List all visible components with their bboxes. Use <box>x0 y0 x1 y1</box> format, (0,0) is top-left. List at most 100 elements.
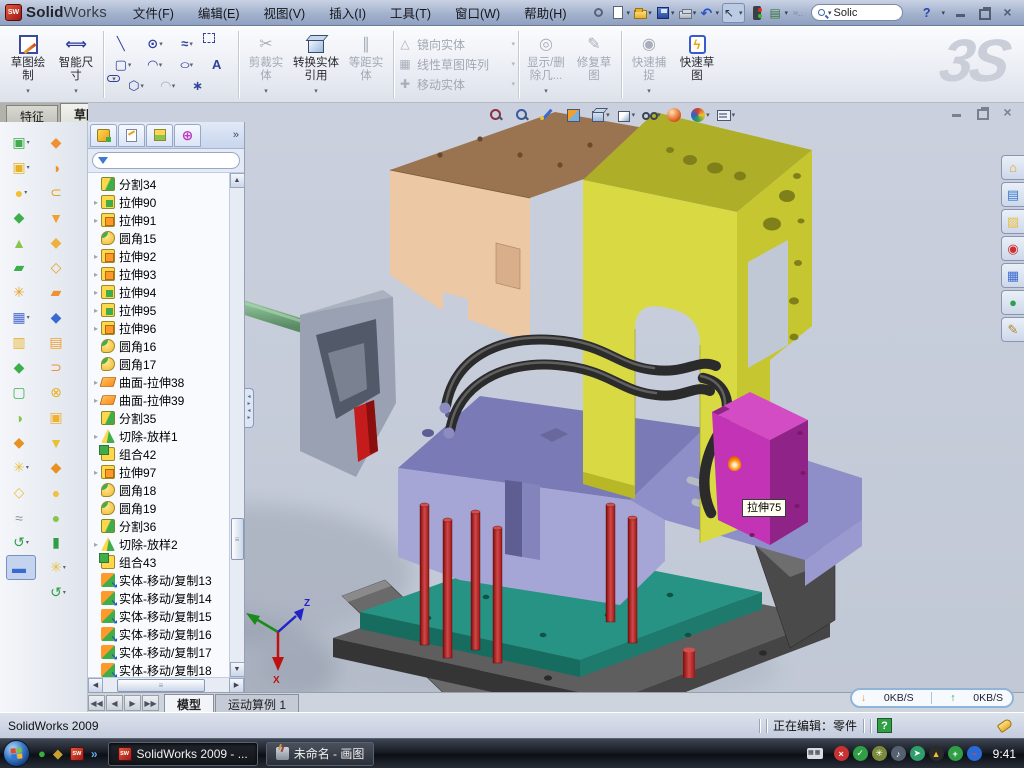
pin-icon[interactable] <box>588 3 608 23</box>
menu-item[interactable]: 窗口(W) <box>443 0 512 25</box>
hud-button[interactable]: ▾ <box>539 107 559 122</box>
hud-button[interactable]: ▾ <box>691 108 710 122</box>
feature-tree-item[interactable]: ▸ 实体-移动/复制14 <box>91 589 229 607</box>
toolbar-button[interactable]: ▣ ▾ <box>43 405 73 430</box>
sketch-entity-button[interactable]: A ▾ <box>203 54 235 75</box>
toolbar-button[interactable]: ✳ ▾ <box>6 455 36 480</box>
tray-icon[interactable]: ▲ <box>929 746 944 761</box>
feature-tree-item[interactable]: ▸ 实体-移动/复制16 <box>91 625 229 643</box>
feature-tree-item[interactable]: ▸ 拉伸97 <box>91 463 229 481</box>
panel-splitter[interactable]: ◂▸◂▸ <box>245 388 254 428</box>
toolbar-button[interactable]: ≈ ▾ <box>6 505 36 530</box>
feature-tree-item[interactable]: ▸ 组合42 <box>91 445 229 463</box>
feature-tree-item[interactable]: ▸ 圆角16 <box>91 337 229 355</box>
feature-tree-item[interactable]: ▸ 拉伸94 <box>91 283 229 301</box>
messenger-icon[interactable]: ● <box>38 746 46 761</box>
toolbar-button[interactable]: ◑ ▾ <box>6 405 36 430</box>
hud-button[interactable]: ▾ <box>716 107 736 122</box>
toolbar-button[interactable]: ⊂ ▾ <box>43 180 73 205</box>
toolbar-button[interactable]: ✳ ▾ <box>43 555 73 580</box>
feature-tree-item[interactable]: ▸ 拉伸90 <box>91 193 229 211</box>
tab-property-manager[interactable] <box>118 124 145 147</box>
toolbar-button[interactable]: ▤ ▾ <box>43 330 73 355</box>
tray-icon[interactable]: − <box>967 746 982 761</box>
tree-horizontal-scrollbar[interactable]: ◀ ≡ ▶ <box>88 677 244 692</box>
quick-tips-button[interactable]: ? <box>877 718 892 733</box>
tray-icon[interactable]: × <box>834 746 849 761</box>
help-button[interactable]: ? <box>923 6 931 20</box>
search-input[interactable]: ▾ Solic <box>811 4 903 21</box>
open-button[interactable]: ▾ <box>633 3 653 23</box>
toolbar-button[interactable]: ● ▾ <box>43 480 73 505</box>
toolbar-button[interactable]: ▮ ▾ <box>43 530 73 555</box>
toolbar-button[interactable]: ◆ ▾ <box>43 130 73 155</box>
start-button[interactable] <box>3 740 30 767</box>
panel-overflow-chevron[interactable]: » <box>233 129 242 141</box>
scroll-down-button[interactable]: ▼ <box>230 662 245 677</box>
hud-button[interactable]: ▾ <box>667 108 686 122</box>
sketch-entity-button[interactable]: ▢ ▾ <box>107 54 139 75</box>
next-tab-button[interactable]: ▶ <box>124 695 141 711</box>
new-document-button[interactable]: ▾ <box>610 3 631 23</box>
toolbar-button[interactable]: ◆ ▾ <box>43 305 73 330</box>
quick-launch-chevron[interactable]: » <box>91 747 98 761</box>
toolbar-button[interactable]: ◆ ▾ <box>43 230 73 255</box>
feature-tree-item[interactable]: ▸ 实体-移动/复制17 <box>91 643 229 661</box>
first-tab-button[interactable]: ◀◀ <box>88 695 105 711</box>
task-pane-tab[interactable]: ● <box>1001 290 1024 315</box>
sketch-entity-button[interactable]: ⬡ ▾ <box>120 75 152 96</box>
toolbar-button[interactable]: ◆ ▾ <box>6 205 36 230</box>
toolbar-button[interactable]: ✳ ▾ <box>6 280 36 305</box>
toolbar-button[interactable]: ◇ ▾ <box>6 480 36 505</box>
sketch-entity-button[interactable]: ╲ ▾ <box>107 33 139 54</box>
toolbar-button[interactable]: ▰ ▾ <box>6 255 36 280</box>
toolbar-button[interactable]: ▲ ▾ <box>6 230 36 255</box>
task-pane-tab[interactable]: ⌂ <box>1001 155 1024 180</box>
toolbar-button[interactable]: ▼ ▾ <box>43 430 73 455</box>
rapid-sketch-button[interactable]: ϟ 快速草图 <box>673 29 721 100</box>
tab-configuration-manager[interactable] <box>146 124 173 147</box>
tray-icon[interactable]: ➤ <box>910 746 925 761</box>
task-pane-tab[interactable]: ▨ <box>1001 209 1024 234</box>
feature-tree-item[interactable]: ▸ 圆角18 <box>91 481 229 499</box>
tree-vertical-scrollbar[interactable]: ▲ ≡ ▼ <box>229 173 244 677</box>
keyboard-layout-icon[interactable]: ▦▦ <box>807 748 823 759</box>
tab-dimxpert-manager[interactable]: ⊕ <box>174 124 201 147</box>
sketch-entity-button[interactable]: ≈ ▾ <box>171 33 203 54</box>
hud-button[interactable]: ▾ <box>641 107 661 122</box>
tray-icon[interactable]: ♪ <box>891 746 906 761</box>
launcher-icon[interactable]: ◆ <box>53 746 63 762</box>
toolbar-button[interactable]: ⊃ ▾ <box>43 355 73 380</box>
document-tab[interactable]: 模型 <box>164 694 214 712</box>
toolbar-button[interactable]: ◆ ▾ <box>6 355 36 380</box>
feature-tree-item[interactable]: ▸ 拉伸92 <box>91 247 229 265</box>
feature-tree-item[interactable]: ▸ 曲面-拉伸38 <box>91 373 229 391</box>
toolbar-button[interactable]: ▰ ▾ <box>43 280 73 305</box>
scroll-right-button[interactable]: ▶ <box>229 678 244 693</box>
convert-entities-button[interactable]: 转换实体引用▾ <box>290 29 342 100</box>
tree-filter-input[interactable] <box>92 152 240 169</box>
doc-close-button[interactable]: × <box>1001 107 1014 118</box>
feature-tree-item[interactable]: ▸ 曲面-拉伸39 <box>91 391 229 409</box>
scroll-up-button[interactable]: ▲ <box>230 173 245 188</box>
scrollbar-thumb[interactable]: ≡ <box>117 679 205 692</box>
sketch-entity-button[interactable]: ○ ▾ <box>171 54 203 75</box>
feature-tree-item[interactable]: ▸ 拉伸95 <box>91 301 229 319</box>
tray-icon[interactable]: ✓ <box>853 746 868 761</box>
menu-item[interactable]: 视图(V) <box>252 0 318 25</box>
hud-button[interactable]: ▾ <box>565 107 585 122</box>
feature-tree-item[interactable]: ▸ 分割36 <box>91 517 229 535</box>
options-button[interactable]: ▤▾ <box>769 3 790 23</box>
toolbar-button[interactable]: ▢ ▾ <box>6 380 36 405</box>
save-button[interactable]: ▾ <box>655 3 676 23</box>
hud-button[interactable]: ▾ <box>514 107 534 122</box>
menu-item[interactable]: 编辑(E) <box>186 0 252 25</box>
select-tool-button[interactable]: ↖▾ <box>722 3 745 23</box>
menu-item[interactable]: 文件(F) <box>121 0 186 25</box>
sketch-entity-button[interactable]: ◠ ▾ <box>139 54 171 75</box>
menu-item[interactable]: 工具(T) <box>378 0 443 25</box>
toolbar-button[interactable]: ⊗ ▾ <box>43 380 73 405</box>
feature-tree-item[interactable]: ▸ 圆角15 <box>91 229 229 247</box>
feature-tree-item[interactable]: ▸ 实体-移动/复制15 <box>91 607 229 625</box>
feature-tree-item[interactable]: ▸ 切除-放样1 <box>91 427 229 445</box>
